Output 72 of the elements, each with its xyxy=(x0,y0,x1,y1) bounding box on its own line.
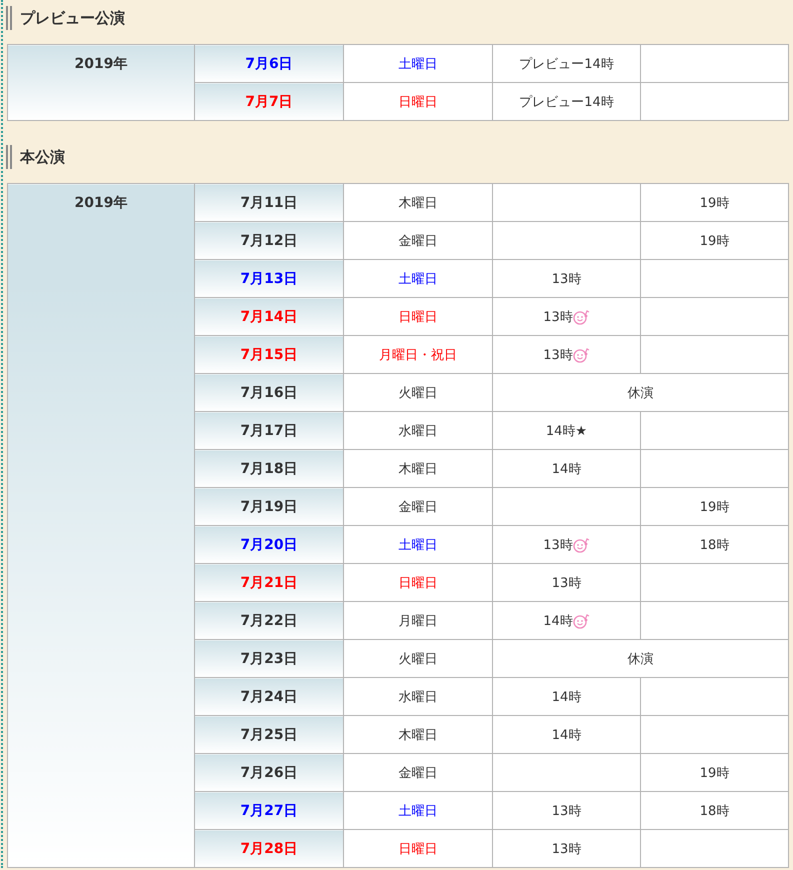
matinee-cell: 13時 xyxy=(492,792,640,830)
matinee-cell: 13時 xyxy=(492,830,640,868)
day-cell: 木曜日 xyxy=(344,450,492,488)
day-cell: 土曜日 xyxy=(344,44,492,82)
day-cell: 日曜日 xyxy=(344,298,492,336)
day-cell: 日曜日 xyxy=(344,564,492,602)
smiley-icon xyxy=(572,536,590,552)
date-cell: 7月23日 xyxy=(194,640,344,678)
closed-cell: 休演 xyxy=(492,374,788,412)
closed-cell: 休演 xyxy=(492,640,788,678)
day-cell: 金曜日 xyxy=(344,754,492,792)
day-cell: 土曜日 xyxy=(344,526,492,564)
date-cell: 7月17日 xyxy=(194,412,344,450)
date-cell: 7月22日 xyxy=(194,602,344,640)
matinee-cell: 13時 xyxy=(492,298,640,336)
section-title: 本公演 xyxy=(20,148,65,166)
date-cell: 7月18日 xyxy=(194,450,344,488)
matinee-cell: 13時 xyxy=(492,336,640,374)
day-cell: 木曜日 xyxy=(344,184,492,222)
evening-cell: 19時 xyxy=(640,222,788,260)
matinee-cell: プレビュー14時 xyxy=(492,82,640,120)
year-cell: 2019年 xyxy=(8,44,194,120)
smiley-icon xyxy=(572,308,590,324)
date-cell: 7月27日 xyxy=(194,792,344,830)
day-cell: 木曜日 xyxy=(344,716,492,754)
heading-marker xyxy=(6,6,12,30)
day-cell: 日曜日 xyxy=(344,830,492,868)
matinee-cell: 14時 xyxy=(492,716,640,754)
date-cell: 7月25日 xyxy=(194,716,344,754)
evening-cell: 19時 xyxy=(640,184,788,222)
date-cell: 7月28日 xyxy=(194,830,344,868)
evening-cell: 19時 xyxy=(640,488,788,526)
date-cell: 7月13日 xyxy=(194,260,344,298)
date-cell: 7月15日 xyxy=(194,336,344,374)
evening-cell: 19時 xyxy=(640,754,788,792)
date-cell: 7月6日 xyxy=(194,44,344,82)
date-cell: 7月11日 xyxy=(194,184,344,222)
matinee-cell: 13時 xyxy=(492,564,640,602)
date-cell: 7月21日 xyxy=(194,564,344,602)
day-cell: 水曜日 xyxy=(344,678,492,716)
date-cell: 7月12日 xyxy=(194,222,344,260)
day-cell: 日曜日 xyxy=(344,82,492,120)
matinee-cell: 13時 xyxy=(492,260,640,298)
date-cell: 7月24日 xyxy=(194,678,344,716)
day-cell: 土曜日 xyxy=(344,792,492,830)
smiley-icon xyxy=(572,612,590,628)
smiley-icon xyxy=(572,346,590,362)
day-cell: 月曜日 xyxy=(344,602,492,640)
evening-cell: 18時 xyxy=(640,526,788,564)
section-title: プレビュー公演 xyxy=(20,8,125,28)
day-cell: 土曜日 xyxy=(344,260,492,298)
evening-cell: 18時 xyxy=(640,792,788,830)
day-cell: 火曜日 xyxy=(344,374,492,412)
day-cell: 金曜日 xyxy=(344,222,492,260)
year-cell: 2019年 xyxy=(8,184,194,868)
day-cell: 水曜日 xyxy=(344,412,492,450)
heading-marker xyxy=(6,145,12,169)
date-cell: 7月14日 xyxy=(194,298,344,336)
matinee-cell: 14時 xyxy=(492,450,640,488)
date-cell: 7月16日 xyxy=(194,374,344,412)
matinee-cell: 14時 xyxy=(492,678,640,716)
date-cell: 7月19日 xyxy=(194,488,344,526)
date-cell: 7月20日 xyxy=(194,526,344,564)
matinee-cell: 14時★ xyxy=(492,412,640,450)
day-cell: 月曜日・祝日 xyxy=(344,336,492,374)
day-cell: 火曜日 xyxy=(344,640,492,678)
matinee-cell: プレビュー14時 xyxy=(492,44,640,82)
day-cell: 金曜日 xyxy=(344,488,492,526)
matinee-cell: 13時 xyxy=(492,526,640,564)
date-cell: 7月7日 xyxy=(194,82,344,120)
date-cell: 7月26日 xyxy=(194,754,344,792)
matinee-cell: 14時 xyxy=(492,602,640,640)
